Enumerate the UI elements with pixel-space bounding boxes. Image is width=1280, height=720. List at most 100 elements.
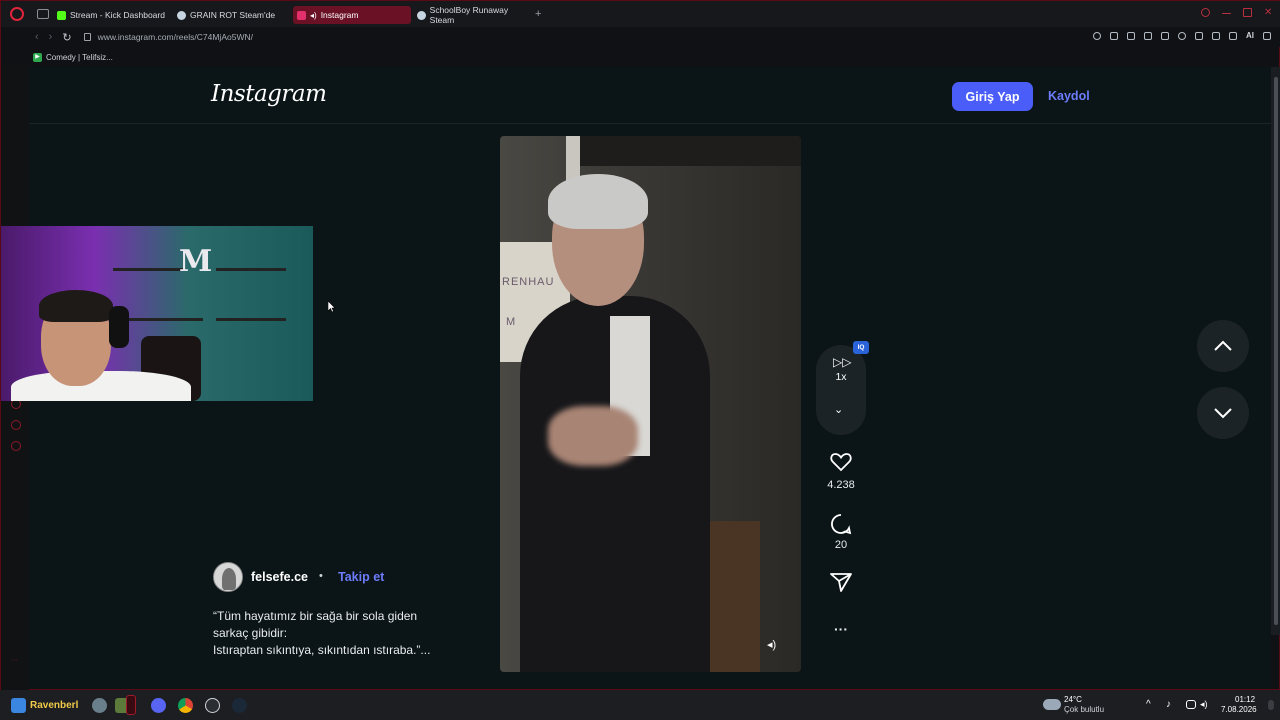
wallet-icon[interactable] bbox=[1212, 31, 1220, 40]
headset bbox=[109, 306, 129, 348]
tab-instagram[interactable]: ◂) Instagram bbox=[293, 6, 411, 24]
forward-icon[interactable]: › bbox=[49, 31, 53, 43]
page-scrollbar[interactable] bbox=[1271, 67, 1280, 635]
steam-icon bbox=[177, 10, 186, 20]
separator-dot: • bbox=[319, 570, 323, 582]
minimize-icon[interactable] bbox=[1222, 13, 1231, 14]
url-field[interactable]: www.instagram.com/reels/C74MjAo5WN/ bbox=[98, 32, 253, 42]
tab-kick-dashboard[interactable]: Stream - Kick Dashboard bbox=[53, 6, 171, 24]
easy-setup-icon[interactable] bbox=[1263, 31, 1271, 40]
weather-temp[interactable]: 24°C bbox=[1064, 695, 1082, 704]
lock-icon[interactable] bbox=[83, 33, 91, 41]
volume-icon[interactable]: ◂) bbox=[767, 638, 776, 651]
video-ceiling bbox=[580, 136, 801, 166]
avatar-bust bbox=[222, 568, 236, 590]
previous-reel-button[interactable] bbox=[1197, 320, 1249, 372]
instagram-header: Instagram Giriş Yap Kaydol bbox=[29, 67, 1271, 124]
bookmark-comedy[interactable]: Comedy | Telifsiz... bbox=[46, 53, 113, 62]
share-icon[interactable] bbox=[830, 572, 852, 592]
extensions-icon[interactable] bbox=[1195, 31, 1203, 40]
bookmarks-bar: ▶ Comedy | Telifsiz... bbox=[33, 50, 113, 64]
shield-icon[interactable] bbox=[1144, 31, 1152, 40]
window-controls: ✕ bbox=[1201, 8, 1273, 18]
chevron-down-icon[interactable]: ⌄ bbox=[834, 403, 843, 416]
network-icon[interactable] bbox=[1186, 700, 1196, 709]
taskbar: Ravenberl 24°C Çok bulutlu ^ ♪ ◂) 01:12 … bbox=[0, 690, 1280, 720]
like-icon[interactable] bbox=[830, 452, 852, 472]
scrollbar-thumb[interactable] bbox=[1274, 77, 1278, 625]
start-icon[interactable] bbox=[11, 698, 26, 713]
sidebar-settings-icon[interactable] bbox=[11, 441, 21, 451]
login-button[interactable]: Giriş Yap bbox=[952, 82, 1033, 111]
sidebar-extensions-icon[interactable] bbox=[11, 420, 21, 430]
tab-schoolboy-runaway[interactable]: SchoolBoy Runaway Steam bbox=[413, 5, 531, 25]
next-reel-button[interactable] bbox=[1197, 387, 1249, 439]
webcam-shelf bbox=[216, 318, 286, 321]
bookmark-icon: ▶ bbox=[33, 52, 42, 62]
video-board-text-2: M bbox=[506, 316, 517, 328]
zoom-icon[interactable] bbox=[1093, 31, 1101, 40]
heart-icon[interactable] bbox=[1178, 31, 1186, 40]
opera-taskbar-icon[interactable] bbox=[126, 695, 136, 715]
settings-icon[interactable] bbox=[92, 698, 107, 713]
pin-icon[interactable] bbox=[1110, 31, 1118, 40]
signup-link[interactable]: Kaydol bbox=[1048, 89, 1090, 103]
reel-video[interactable]: RENHAU M bbox=[500, 136, 801, 672]
author-avatar[interactable] bbox=[213, 562, 243, 592]
speaker-icon[interactable]: ◂) bbox=[310, 11, 317, 20]
show-desktop-button[interactable] bbox=[1268, 700, 1274, 710]
workspaces-icon[interactable] bbox=[37, 9, 49, 19]
streamer-shirt bbox=[11, 371, 191, 401]
clock-date[interactable]: 7.08.2026 bbox=[1221, 705, 1257, 714]
tray-chevron-icon[interactable]: ^ bbox=[1146, 699, 1151, 710]
caption-line: “Tüm hayatımız bir sağa bir sola giden bbox=[213, 609, 418, 623]
steam-icon bbox=[417, 10, 426, 20]
video-board-text: RENHAU bbox=[502, 276, 555, 288]
tab-grain-rot[interactable]: GRAIN ROT Steam'de bbox=[173, 6, 291, 24]
sidebar-more-icon[interactable]: ··· bbox=[11, 657, 18, 664]
author-username[interactable]: felsefe.ce bbox=[251, 570, 308, 584]
like-count: 4.238 bbox=[827, 479, 855, 491]
kick-icon bbox=[57, 10, 66, 20]
tab-strip: Stream - Kick Dashboard GRAIN ROT Steam'… bbox=[1, 1, 1280, 27]
webcam-shelf bbox=[216, 268, 286, 271]
video-person-hair bbox=[548, 174, 648, 229]
tab-label: GRAIN ROT Steam'de bbox=[190, 10, 276, 20]
new-tab-icon[interactable]: + bbox=[535, 8, 541, 20]
tab-label: Stream - Kick Dashboard bbox=[70, 10, 165, 20]
download-icon[interactable] bbox=[1229, 31, 1237, 40]
weather-cloud-icon[interactable] bbox=[1043, 699, 1061, 710]
instagram-logo[interactable]: Instagram bbox=[211, 81, 327, 107]
follow-button[interactable]: Takip et bbox=[338, 570, 384, 584]
comment-count: 20 bbox=[834, 539, 848, 551]
player-icon[interactable] bbox=[1161, 31, 1169, 40]
more-options-icon[interactable]: ··· bbox=[816, 621, 866, 637]
back-icon[interactable]: ‹ bbox=[35, 31, 39, 43]
reload-icon[interactable]: ↻ bbox=[62, 31, 71, 44]
speed-value[interactable]: 1x bbox=[831, 371, 851, 383]
microphone-icon[interactable]: ♪ bbox=[1166, 699, 1171, 710]
caption-line: sarkaç gibidir: bbox=[213, 626, 288, 640]
volume-tray-icon[interactable]: ◂) bbox=[1200, 699, 1208, 710]
chrome-icon[interactable] bbox=[178, 698, 193, 713]
weather-desc[interactable]: Çok bulutlu bbox=[1064, 705, 1104, 714]
caption-line: Istıraptan sıkıntıya, sıkıntıdan ıstırab… bbox=[213, 643, 431, 657]
steam-taskbar-icon[interactable] bbox=[232, 698, 247, 713]
fast-forward-icon[interactable]: ▷▷ bbox=[833, 355, 851, 369]
streamer bbox=[11, 290, 191, 401]
maximize-icon[interactable] bbox=[1243, 8, 1252, 17]
taskbar-user[interactable]: Ravenberl bbox=[30, 700, 78, 711]
clock-time[interactable]: 01:12 bbox=[1235, 695, 1255, 704]
search-tabs-icon[interactable] bbox=[1201, 8, 1210, 17]
webcam-overlay: M bbox=[1, 226, 313, 401]
discord-icon[interactable] bbox=[151, 698, 166, 713]
obs-icon[interactable] bbox=[205, 698, 220, 713]
close-icon[interactable]: ✕ bbox=[1264, 8, 1273, 18]
address-bar: ‹ › ↻ www.instagram.com/reels/C74MjAo5WN… bbox=[1, 27, 1280, 47]
reel-caption[interactable]: “Tüm hayatımız bir sağa bir sola giden s… bbox=[213, 608, 473, 659]
mouse-cursor-icon bbox=[328, 301, 336, 313]
snapshot-icon[interactable] bbox=[1127, 31, 1135, 40]
comment-icon[interactable] bbox=[830, 513, 852, 535]
opera-menu-icon[interactable] bbox=[10, 7, 24, 21]
aria-ai-button[interactable]: AI bbox=[1246, 31, 1254, 40]
